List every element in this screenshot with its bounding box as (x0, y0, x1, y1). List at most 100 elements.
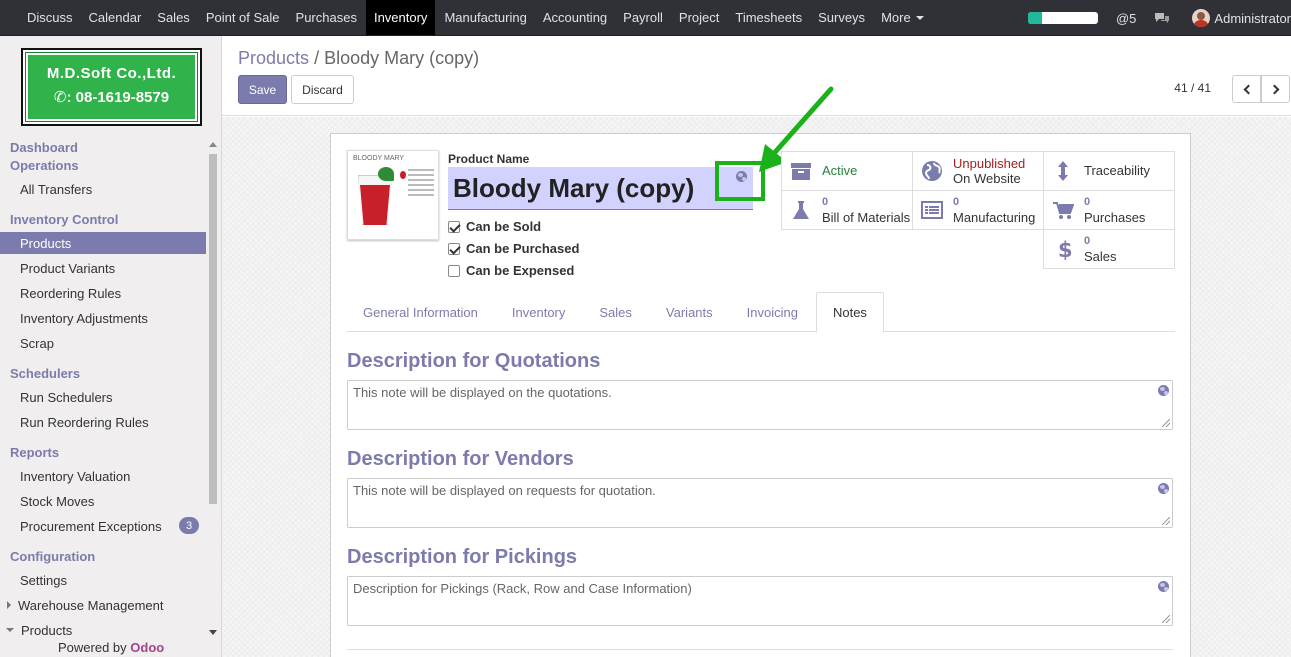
sidebar-item-label: Procurement Exceptions (20, 518, 162, 534)
sidebar-item-inventory-valuation[interactable]: Inventory Valuation (0, 465, 206, 487)
menu-discuss[interactable]: Discuss (19, 0, 81, 35)
sidebar-section-operations: Operations (10, 158, 79, 173)
sidebar-section-reports: Reports (10, 445, 60, 460)
user-menu[interactable]: Administrator (1214, 11, 1291, 26)
checkbox-checked-icon (448, 220, 460, 233)
translate-globe-icon[interactable] (1158, 483, 1169, 494)
discard-button[interactable]: Discard (291, 75, 354, 104)
tab-invoicing[interactable]: Invoicing (731, 292, 814, 332)
menu-payroll[interactable]: Payroll (615, 0, 671, 35)
sidebar-item-label: Warehouse Management (18, 597, 164, 613)
menu-manufacturing[interactable]: Manufacturing (436, 0, 534, 35)
product-name-input[interactable]: Bloody Mary (copy) (448, 167, 753, 210)
sidebar-item-run-schedulers[interactable]: Run Schedulers (0, 386, 206, 408)
traceability-label: Traceability (1084, 163, 1150, 178)
sidebar-item-all-transfers[interactable]: All Transfers (0, 178, 206, 200)
unpublished-label: Unpublished (953, 156, 1026, 171)
website-publish-button[interactable]: Unpublished On Website (912, 151, 1044, 191)
sidebar-item-scrap[interactable]: Scrap (0, 332, 206, 354)
sidebar-section-configuration: Configuration (10, 549, 96, 564)
checkbox-empty-icon (448, 264, 460, 277)
sidebar-item-procurement-exceptions[interactable]: Procurement Exceptions 3 (0, 515, 206, 537)
pager-previous-button[interactable] (1232, 75, 1261, 103)
breadcrumb-current: Bloody Mary (copy) (324, 48, 480, 68)
sidebar-item-settings[interactable]: Settings (0, 569, 206, 591)
manufacturing-button[interactable]: 0 Manufacturing (912, 190, 1044, 230)
sales-button[interactable]: $ 0 Sales (1043, 229, 1175, 269)
quotations-placeholder: This note will be displayed on the quota… (353, 385, 612, 400)
can-be-expensed-checkbox[interactable]: Can be Expensed (448, 263, 574, 278)
quotations-description-input[interactable]: This note will be displayed on the quota… (347, 380, 1173, 430)
menu-inventory[interactable]: Inventory (365, 0, 436, 35)
odoo-link[interactable]: Odoo (130, 640, 164, 655)
pickings-description-title: Description for Pickings (347, 546, 578, 568)
bom-count: 0 (822, 196, 829, 208)
checkbox-checked-icon (448, 242, 460, 255)
menu-purchases[interactable]: Purchases (288, 0, 365, 35)
menu-accounting[interactable]: Accounting (535, 0, 615, 35)
purchases-label: Purchases (1084, 210, 1146, 225)
sidebar-item-reordering-rules[interactable]: Reordering Rules (0, 282, 206, 304)
sidebar-item-products-config[interactable]: Products (0, 619, 206, 641)
image-caption: BLOODY MARY (353, 155, 405, 162)
product-name-label: Product Name (448, 152, 530, 166)
save-button[interactable]: Save (238, 75, 287, 104)
tab-sales[interactable]: Sales (583, 292, 648, 332)
vendors-description-title: Description for Vendors (347, 448, 574, 470)
sidebar-scrollbar[interactable] (207, 140, 219, 640)
menu-point-of-sale[interactable]: Point of Sale (198, 0, 288, 35)
pickings-description-input[interactable]: Description for Pickings (Rack, Row and … (347, 576, 1173, 626)
resize-handle-icon[interactable] (1162, 517, 1170, 525)
menu-calendar[interactable]: Calendar (81, 0, 150, 35)
app-menu: Discuss Calendar Sales Point of Sale Pur… (0, 0, 932, 35)
sidebar-item-inventory-adjustments[interactable]: Inventory Adjustments (0, 307, 206, 329)
menu-more[interactable]: More (873, 0, 932, 35)
manufacturing-label: Manufacturing (953, 210, 1036, 225)
menu-sales[interactable]: Sales (149, 0, 198, 35)
scroll-down-icon[interactable] (209, 630, 217, 635)
pager-next-button[interactable] (1261, 75, 1290, 103)
menu-surveys[interactable]: Surveys (810, 0, 873, 35)
mentions-counter[interactable]: @5 (1116, 11, 1136, 26)
top-navbar: Discuss Calendar Sales Point of Sale Pur… (0, 0, 1291, 36)
tab-variants[interactable]: Variants (650, 292, 729, 332)
tab-inventory[interactable]: Inventory (496, 292, 581, 332)
product-image[interactable]: BLOODY MARY (347, 150, 439, 240)
resize-handle-icon[interactable] (1162, 419, 1170, 427)
company-logo[interactable]: M.D.Soft Co.,Ltd. ✆: 08-1619-8579 (21, 48, 202, 126)
scroll-up-icon[interactable] (209, 142, 217, 147)
sidebar-item-stock-moves[interactable]: Stock Moves (0, 490, 206, 512)
pager-value[interactable]: 41 / 41 (1174, 81, 1211, 95)
avatar[interactable] (1192, 9, 1211, 27)
list-icon (921, 201, 943, 219)
menu-timesheets[interactable]: Timesheets (727, 0, 810, 35)
translate-globe-icon[interactable] (1158, 385, 1169, 396)
sidebar-item-run-reordering-rules[interactable]: Run Reordering Rules (0, 411, 206, 433)
sidebar-item-products[interactable]: Products (0, 232, 206, 254)
breadcrumb-products-link[interactable]: Products (238, 48, 309, 68)
sidebar-item-warehouse-management[interactable]: Warehouse Management (0, 594, 206, 616)
traceability-button[interactable]: Traceability (1043, 151, 1175, 191)
quotations-description-title: Description for Quotations (347, 350, 601, 372)
vendors-description-input[interactable]: This note will be displayed on requests … (347, 478, 1173, 528)
sidebar-item-dashboard[interactable]: Dashboard (10, 140, 78, 155)
onboarding-progress-bar[interactable] (1027, 12, 1098, 24)
tab-notes[interactable]: Notes (815, 292, 884, 333)
pickings-placeholder: Description for Pickings (Rack, Row and … (353, 581, 692, 596)
can-be-sold-checkbox[interactable]: Can be Sold (448, 219, 541, 234)
bill-of-materials-button[interactable]: 0 Bill of Materials (781, 190, 913, 230)
sidebar: M.D.Soft Co.,Ltd. ✆: 08-1619-8579 Dashbo… (0, 36, 222, 657)
sidebar-item-product-variants[interactable]: Product Variants (0, 257, 206, 279)
scrollbar-thumb[interactable] (209, 154, 217, 504)
resize-handle-icon[interactable] (1162, 615, 1170, 623)
globe-icon (922, 161, 942, 181)
can-be-purchased-checkbox[interactable]: Can be Purchased (448, 241, 579, 256)
form-view: BLOODY MARY Product Name Bloody Mary (co… (222, 86, 1291, 657)
dollar-icon: $ (1058, 238, 1073, 260)
purchases-button[interactable]: 0 Purchases (1043, 190, 1175, 230)
tab-general-information[interactable]: General Information (347, 292, 494, 332)
translate-globe-icon[interactable] (1158, 581, 1169, 592)
menu-project[interactable]: Project (671, 0, 727, 35)
chat-icon[interactable] (1154, 12, 1170, 24)
active-button[interactable]: Active (781, 151, 913, 191)
